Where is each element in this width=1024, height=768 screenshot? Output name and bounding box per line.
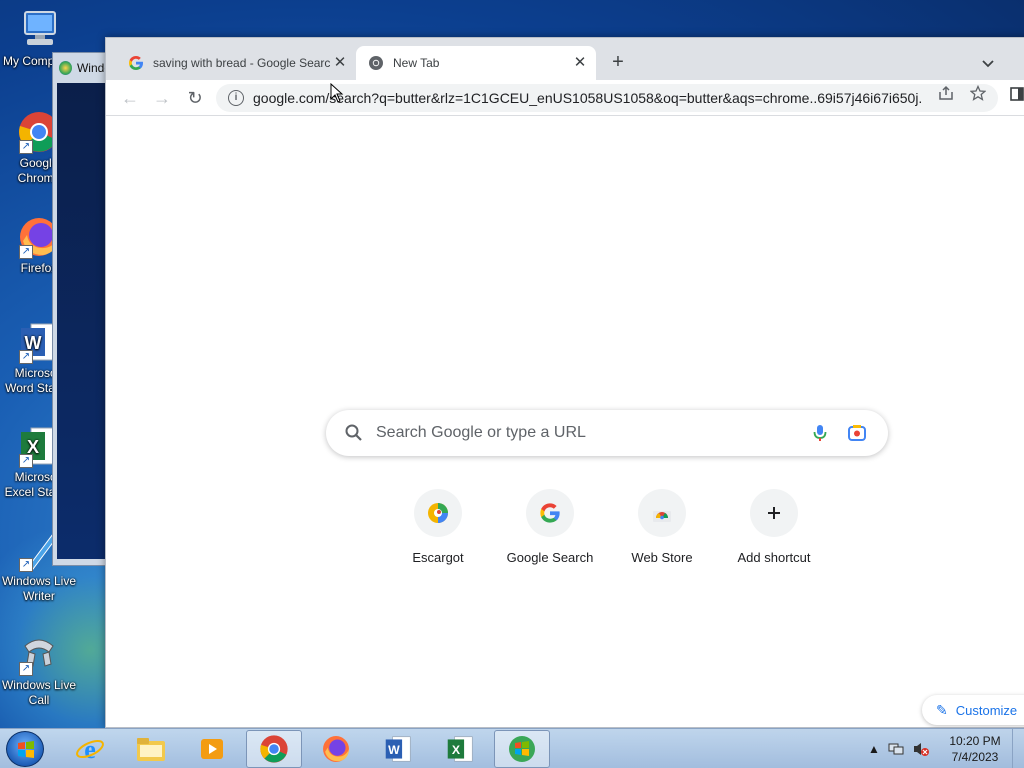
shortcut-web-store[interactable]: Web Store bbox=[606, 489, 718, 565]
browser-toolbar: ← → ↻ i google.com/search?q=butter&rlz=1… bbox=[106, 80, 1024, 116]
shortcut-add[interactable]: Add shortcut bbox=[718, 489, 830, 565]
shortcut-label: Google Search bbox=[506, 550, 594, 565]
svg-text:e: e bbox=[84, 735, 96, 764]
shortcut-google-search[interactable]: Google Search bbox=[494, 489, 606, 565]
shortcut-arrow-icon: ↗ bbox=[19, 558, 33, 572]
background-window-titlebar[interactable]: Windo bbox=[53, 53, 111, 83]
shortcut-escargot[interactable]: Escargot bbox=[382, 489, 494, 565]
shortcut-arrow-icon: ↗ bbox=[19, 350, 33, 364]
customize-label: Customize bbox=[955, 702, 1018, 718]
tab-google-search[interactable]: saving with bread - Google Search ✕ bbox=[116, 46, 356, 80]
taskbar-windows-app[interactable] bbox=[494, 730, 550, 768]
search-box[interactable] bbox=[326, 410, 888, 456]
address-bar-url[interactable]: google.com/search?q=butter&rlz=1C1GCEU_e… bbox=[253, 90, 923, 106]
taskbar-internet-explorer[interactable]: e bbox=[62, 730, 118, 768]
desktop-icon-label: Windows Live Call bbox=[1, 678, 77, 707]
taskbar-firefox[interactable] bbox=[308, 730, 364, 768]
excel-icon: X bbox=[447, 736, 473, 762]
shortcut-label: Escargot bbox=[412, 550, 464, 565]
shortcut-arrow-icon: ↗ bbox=[19, 662, 33, 676]
network-icon[interactable] bbox=[888, 741, 904, 757]
shortcut-label: Add shortcut bbox=[737, 550, 811, 565]
chrome-icon bbox=[369, 56, 383, 70]
microphone-icon[interactable] bbox=[810, 423, 830, 443]
chrome-icon bbox=[260, 735, 288, 763]
web-store-icon bbox=[638, 489, 686, 537]
show-desktop-button[interactable] bbox=[1012, 729, 1024, 768]
google-icon bbox=[526, 489, 574, 537]
desktop-icon-windows-live-call[interactable]: ↗ Windows Live Call bbox=[0, 632, 78, 708]
reload-button[interactable]: ↻ bbox=[182, 85, 208, 111]
camera-lens-icon[interactable] bbox=[847, 423, 867, 443]
tray-expand-icon[interactable]: ▲ bbox=[868, 742, 880, 756]
taskbar: e W X ▲ 10:20 PM 7/4/2023 bbox=[0, 728, 1024, 768]
tab-close-icon[interactable]: ✕ bbox=[330, 53, 350, 73]
svg-text:X: X bbox=[452, 743, 461, 757]
shortcut-arrow-icon: ↗ bbox=[19, 454, 33, 468]
shortcut-arrow-icon: ↗ bbox=[19, 245, 33, 259]
desktop-icon-label: Windows Live Writer bbox=[1, 574, 77, 603]
chrome-window: saving with bread - Google Search ✕ New … bbox=[105, 37, 1024, 728]
media-player-icon bbox=[201, 739, 223, 759]
windows-logo-icon bbox=[18, 741, 34, 758]
windows-logo-icon bbox=[509, 736, 535, 762]
pencil-icon: ✎ bbox=[936, 701, 948, 718]
new-tab-page: Escargot Google Search bbox=[106, 117, 1024, 727]
side-panel-icon[interactable] bbox=[1005, 85, 1024, 109]
site-info-icon[interactable]: i bbox=[228, 90, 244, 106]
firefox-icon bbox=[323, 736, 349, 762]
tab-search-chevron-icon[interactable] bbox=[976, 51, 1000, 75]
word-icon: W bbox=[385, 736, 411, 762]
forward-button[interactable]: → bbox=[149, 85, 175, 111]
clock-date: 7/4/2023 bbox=[951, 750, 999, 764]
search-input[interactable] bbox=[376, 424, 796, 442]
tab-title: New Tab bbox=[393, 56, 440, 70]
taskbar-media-player[interactable] bbox=[184, 730, 240, 768]
clock[interactable]: 10:20 PM 7/4/2023 bbox=[940, 733, 1010, 765]
volume-muted-icon[interactable] bbox=[912, 741, 930, 757]
search-icon bbox=[344, 423, 364, 443]
shortcut-arrow-icon: ↗ bbox=[19, 140, 33, 154]
start-button[interactable] bbox=[6, 731, 44, 767]
taskbar-word[interactable]: W bbox=[370, 730, 426, 768]
file-explorer-icon bbox=[137, 738, 165, 761]
computer-icon bbox=[17, 8, 61, 52]
taskbar-chrome[interactable] bbox=[246, 730, 302, 768]
tab-close-icon[interactable]: ✕ bbox=[570, 53, 590, 73]
background-window-content bbox=[57, 83, 111, 559]
tab-strip: saving with bread - Google Search ✕ New … bbox=[106, 38, 1024, 80]
bookmark-star-icon[interactable] bbox=[966, 84, 990, 109]
background-window[interactable]: Windo bbox=[52, 52, 112, 566]
call-icon: ↗ bbox=[17, 632, 61, 676]
ie-icon: e bbox=[76, 735, 104, 764]
mouse-cursor-icon bbox=[330, 83, 344, 103]
share-icon[interactable] bbox=[934, 85, 958, 109]
escargot-icon bbox=[414, 489, 462, 537]
taskbar-excel[interactable]: X bbox=[432, 730, 488, 768]
google-icon bbox=[129, 56, 143, 70]
tab-new-tab[interactable]: New Tab ✕ bbox=[356, 46, 596, 80]
shortcut-label: Web Store bbox=[631, 550, 693, 565]
plus-icon bbox=[750, 489, 798, 537]
taskbar-file-explorer[interactable] bbox=[123, 730, 179, 768]
tab-title: saving with bread - Google Search bbox=[153, 56, 330, 70]
windows-logo-icon bbox=[59, 61, 72, 75]
system-tray: ▲ bbox=[868, 729, 930, 768]
customize-button[interactable]: ✎ Customize bbox=[922, 695, 1024, 725]
svg-text:W: W bbox=[388, 743, 400, 757]
back-button[interactable]: ← bbox=[117, 85, 143, 111]
clock-time: 10:20 PM bbox=[949, 734, 1001, 748]
new-tab-button[interactable]: + bbox=[606, 51, 630, 75]
